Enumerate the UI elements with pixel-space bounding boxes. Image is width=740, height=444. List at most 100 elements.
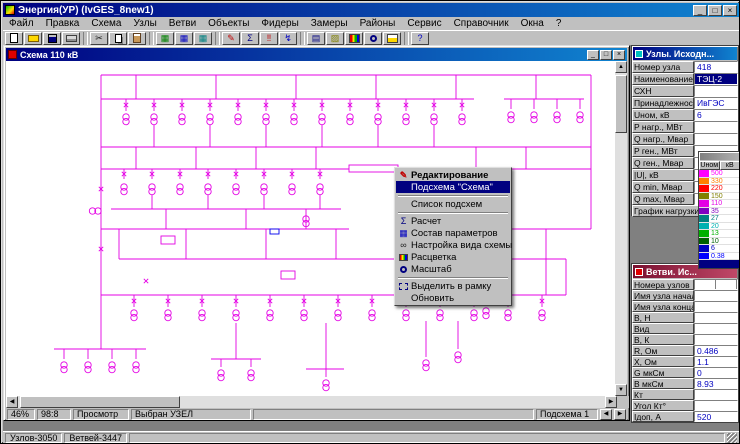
- context-item-view-settings[interactable]: ∞Настройка вида схемы: [396, 239, 510, 251]
- field-value[interactable]: [694, 133, 738, 145]
- field-value[interactable]: [694, 389, 738, 400]
- legend-row[interactable]: 35: [699, 208, 740, 216]
- cut-button[interactable]: ✂: [90, 32, 108, 45]
- field-value[interactable]: 1.1: [694, 356, 738, 367]
- menu-service[interactable]: Сервис: [401, 17, 447, 30]
- field-value[interactable]: 520: [694, 411, 738, 422]
- legend-selected-row[interactable]: [699, 260, 740, 268]
- field-value[interactable]: [694, 400, 738, 411]
- scroll-left-button[interactable]: ◀: [6, 396, 18, 408]
- menu-feeders[interactable]: Фидеры: [255, 17, 304, 30]
- field-value[interactable]: 418: [694, 61, 738, 73]
- open-file-button[interactable]: [24, 32, 42, 45]
- vertical-scroll-thumb[interactable]: [615, 75, 627, 133]
- menu-measurements[interactable]: Замеры: [305, 17, 354, 30]
- menu-edit[interactable]: Правка: [40, 17, 86, 30]
- start-node-cell[interactable]: [695, 280, 716, 289]
- context-item-subscheme-list[interactable]: Список подсхем: [396, 198, 510, 210]
- copy-button[interactable]: [109, 32, 127, 45]
- power-flow-button[interactable]: ↯: [279, 32, 297, 45]
- field-value[interactable]: [694, 334, 738, 345]
- legend-row[interactable]: 110: [699, 200, 740, 208]
- field-value[interactable]: [694, 312, 738, 323]
- field-value[interactable]: [694, 290, 738, 301]
- legend-row[interactable]: 27: [699, 215, 740, 223]
- field-value-selected[interactable]: ТЭЦ-2: [694, 73, 738, 85]
- calculate-button[interactable]: Σ: [241, 32, 259, 45]
- legend-row[interactable]: 6: [699, 245, 740, 253]
- legend-row[interactable]: 0.38: [699, 253, 740, 261]
- field-value[interactable]: 8.93: [694, 378, 738, 389]
- nodes-table-button[interactable]: ▦: [156, 32, 174, 45]
- vertical-scrollbar[interactable]: ▲ ▼: [615, 61, 627, 396]
- menu-windows[interactable]: Окна: [515, 17, 550, 30]
- scheme-close-button[interactable]: ×: [613, 50, 625, 60]
- legend-row[interactable]: 20: [699, 223, 740, 231]
- legend-row[interactable]: 220: [699, 185, 740, 193]
- maximize-button[interactable]: □: [708, 5, 722, 16]
- scroll-right-button[interactable]: ▶: [605, 396, 617, 408]
- field-value[interactable]: 6: [694, 109, 738, 121]
- end-node-cell[interactable]: [716, 280, 737, 289]
- scroll-up-button[interactable]: ▲: [615, 61, 627, 73]
- print-button[interactable]: [62, 32, 80, 45]
- context-item-refresh[interactable]: Обновить: [396, 292, 510, 304]
- menu-districts[interactable]: Районы: [354, 17, 402, 30]
- data-table-button[interactable]: ▦: [194, 32, 212, 45]
- field-value[interactable]: [694, 121, 738, 133]
- help-button[interactable]: ?: [411, 32, 429, 45]
- menu-nodes[interactable]: Узлы: [127, 17, 162, 30]
- node-numbers-cells[interactable]: [694, 279, 738, 290]
- scroll-down-button[interactable]: ▼: [615, 384, 627, 396]
- field-value[interactable]: [694, 85, 738, 97]
- field-value[interactable]: 0.486: [694, 345, 738, 356]
- save-button[interactable]: [43, 32, 61, 45]
- context-item-edit[interactable]: ✎Редактирование: [396, 169, 510, 181]
- resize-grip[interactable]: [727, 433, 737, 443]
- legend-row[interactable]: 500: [699, 170, 740, 178]
- menu-help[interactable]: ?: [550, 17, 568, 30]
- scheme-maximize-button[interactable]: □: [600, 50, 612, 60]
- context-item-subscheme[interactable]: Подсхема "Схема": [396, 181, 510, 193]
- subscheme-prev-button[interactable]: ◀: [600, 409, 612, 420]
- grid-view-button[interactable]: ▤: [307, 32, 325, 45]
- edit-mode-button[interactable]: ✎: [222, 32, 240, 45]
- coloring-button[interactable]: [345, 32, 363, 45]
- subscheme-tab[interactable]: Подсхема 1: [536, 409, 598, 420]
- paste-button[interactable]: [128, 32, 146, 45]
- field-value[interactable]: [694, 323, 738, 334]
- context-item-parameters[interactable]: ▦Состав параметров: [396, 227, 510, 239]
- network-diagram[interactable]: [6, 61, 617, 396]
- field-value[interactable]: [694, 301, 738, 312]
- new-file-button[interactable]: [5, 32, 23, 45]
- horizontal-scrollbar[interactable]: ◀ ▶: [6, 396, 617, 408]
- nodes-panel-titlebar[interactable]: Узлы. Исходн...: [633, 47, 737, 60]
- context-item-coloring[interactable]: Расцветка: [396, 251, 510, 263]
- legend-row[interactable]: 10: [699, 238, 740, 246]
- context-item-calculate[interactable]: ΣРасчет: [396, 215, 510, 227]
- scheme-titlebar[interactable]: Схема 110 кВ _ □ ×: [6, 48, 627, 61]
- legend-row[interactable]: 13: [699, 230, 740, 238]
- minimize-button[interactable]: _: [693, 5, 707, 16]
- field-value[interactable]: ИвГЭС: [694, 97, 738, 109]
- menu-objects[interactable]: Объекты: [202, 17, 255, 30]
- legend-row[interactable]: 150: [699, 193, 740, 201]
- menu-branches[interactable]: Ветви: [163, 17, 202, 30]
- scheme-minimize-button[interactable]: _: [587, 50, 599, 60]
- menu-file[interactable]: Файл: [3, 17, 40, 30]
- subscheme-next-button[interactable]: ▶: [614, 409, 626, 420]
- close-button[interactable]: ×: [723, 5, 737, 16]
- zoom-button[interactable]: [364, 32, 382, 45]
- titlebar[interactable]: Энергия(УР) (IvGES_8new1) _ □ ×: [3, 3, 739, 17]
- branches-table-button[interactable]: ▦: [175, 32, 193, 45]
- legend-row[interactable]: 330: [699, 178, 740, 186]
- horizontal-scroll-thumb[interactable]: [20, 396, 180, 408]
- field-value[interactable]: 0: [694, 367, 738, 378]
- context-item-scale[interactable]: Масштаб: [396, 263, 510, 275]
- chart-button[interactable]: [383, 32, 401, 45]
- recalc-button[interactable]: ‼: [260, 32, 278, 45]
- menu-reference[interactable]: Справочник: [448, 17, 515, 30]
- context-item-select-frame[interactable]: Выделить в рамку: [396, 280, 510, 292]
- legend-titlebar[interactable]: [700, 153, 739, 160]
- menu-scheme[interactable]: Схема: [85, 17, 127, 30]
